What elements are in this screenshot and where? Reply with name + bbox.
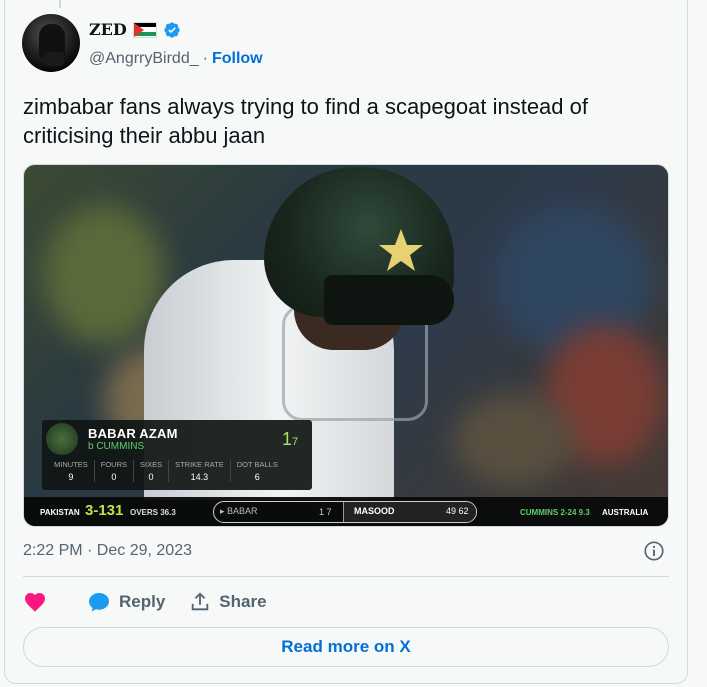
batters-pill: ▸ BABAR 1 7 MASOOD 49 62 bbox=[213, 501, 477, 523]
stat-fours: FOURS 0 bbox=[95, 460, 134, 482]
follow-button[interactable]: Follow bbox=[212, 50, 263, 68]
palestine-flag-icon bbox=[132, 21, 157, 38]
reply-icon bbox=[89, 593, 109, 612]
batting-team: PAKISTAN bbox=[40, 508, 80, 517]
reply-button[interactable]: Reply bbox=[87, 590, 165, 614]
batter1-name: ▸ BABAR bbox=[220, 506, 258, 516]
handle-row: @AngrryBirdd_ · Follow bbox=[89, 50, 263, 68]
thread-line bbox=[59, 0, 61, 8]
verified-badge-icon bbox=[164, 21, 180, 38]
batter1-score: 1 7 bbox=[319, 507, 332, 517]
share-label: Share bbox=[219, 592, 267, 611]
batter-scorecard: BABAR AZAM b CUMMINS 17 MINUTES 9 FOURS 0 … bbox=[42, 420, 312, 490]
batter2-box: MASOOD 49 62 bbox=[343, 502, 476, 522]
info-icon[interactable] bbox=[643, 540, 665, 562]
reply-label: Reply bbox=[119, 592, 166, 611]
share-icon bbox=[192, 592, 209, 611]
batter2-name: MASOOD bbox=[354, 506, 395, 516]
overs: OVERS 36.3 bbox=[130, 508, 176, 517]
batter-stats: MINUTES 9 FOURS 0 SIXES 0 STRIKE RATE 14.3 D… bbox=[48, 460, 284, 482]
batter-runs: 17 bbox=[282, 429, 299, 449]
tweet-timestamp[interactable]: 2:22 PM · Dec 29, 2023 bbox=[23, 542, 192, 560]
share-button[interactable]: Share bbox=[189, 591, 267, 613]
heart-icon bbox=[25, 593, 45, 612]
batter-name: BABAR AZAM bbox=[88, 426, 178, 441]
author-name[interactable]: ZED bbox=[89, 20, 127, 39]
bowling-team: AUSTRALIA bbox=[602, 508, 649, 517]
stat-sixes: SIXES 0 bbox=[134, 460, 170, 482]
match-score-bar: PAKISTAN 3-131 OVERS 36.3 ▸ BABAR 1 7 MA… bbox=[24, 497, 668, 526]
like-button[interactable] bbox=[23, 590, 47, 614]
author-name-row: ZED bbox=[89, 20, 181, 39]
team-score: 3-131 bbox=[85, 502, 124, 519]
avatar[interactable] bbox=[22, 14, 80, 72]
divider bbox=[23, 576, 669, 577]
stat-strike-rate: STRIKE RATE 14.3 bbox=[169, 460, 231, 482]
tweet-media-image[interactable]: BABAR AZAM b CUMMINS 17 MINUTES 9 FOURS 0 … bbox=[23, 164, 669, 527]
tweet-text: zimbabar fans always trying to find a sc… bbox=[23, 94, 588, 148]
helmet-visor bbox=[324, 275, 454, 325]
separator-dot: · bbox=[202, 50, 208, 67]
pakistan-logo-icon bbox=[46, 423, 78, 455]
stat-minutes: MINUTES 9 bbox=[48, 460, 95, 482]
stat-dot-balls: DOT BALLS 6 bbox=[236, 460, 278, 482]
dismissal: b CUMMINS bbox=[88, 441, 145, 452]
tweet-actions: Reply Share bbox=[23, 590, 291, 614]
read-more-button[interactable]: Read more on X bbox=[23, 627, 669, 667]
batter2-score: 49 62 bbox=[446, 506, 469, 516]
author-handle[interactable]: @AngrryBirdd_ bbox=[89, 50, 199, 68]
bowler-figures: CUMMINS 2-24 9.3 bbox=[520, 508, 590, 517]
helmet-star-icon bbox=[379, 229, 423, 271]
